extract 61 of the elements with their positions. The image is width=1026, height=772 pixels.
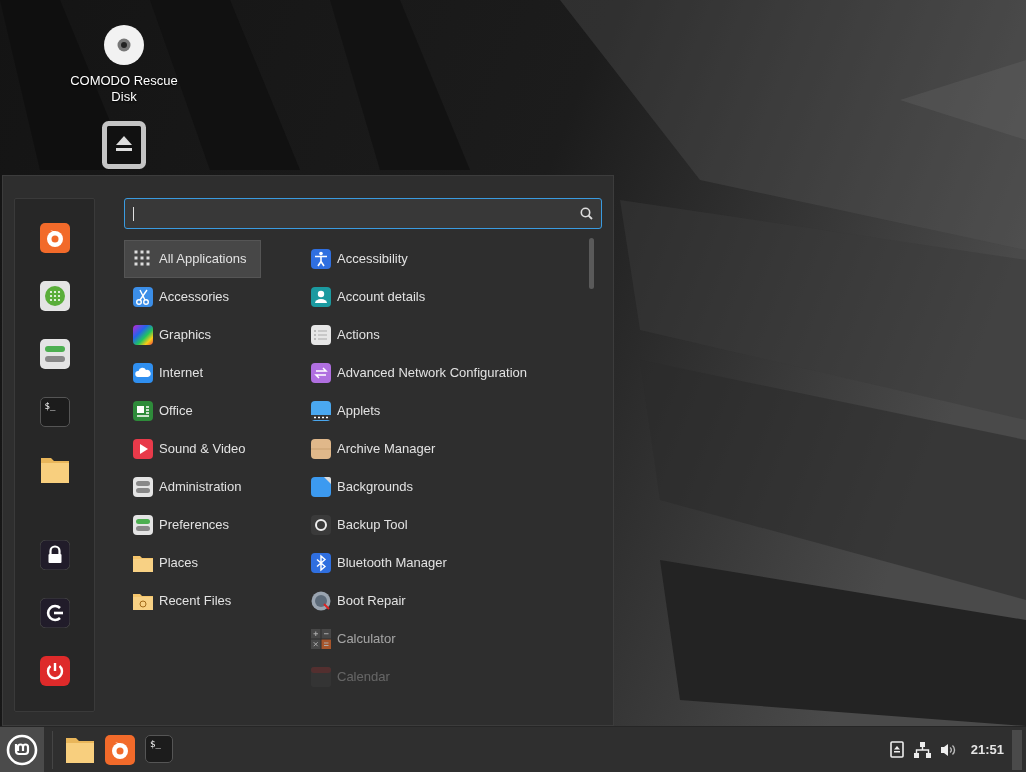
browser-icon[interactable] [39,223,70,253]
application-item[interactable]: Accessibility [309,240,579,278]
calculator-icon [310,628,332,650]
category-item[interactable]: Preferences [124,506,261,544]
document-icon [132,400,154,422]
calendar-icon [310,666,332,688]
application-item[interactable]: Calculator [309,620,579,658]
volume-icon[interactable] [940,742,957,757]
app-grid-icon[interactable] [39,281,70,311]
application-item[interactable]: Account details [309,278,579,316]
application-item[interactable]: Backgrounds [309,468,579,506]
cloud-icon [132,362,154,384]
toggles-icon[interactable] [39,339,70,369]
play-icon [132,438,154,460]
browser-icon[interactable] [105,734,135,765]
person-icon [310,248,332,270]
category-item[interactable]: Administration [124,468,261,506]
logo-icon [6,733,38,766]
folder-icon[interactable] [39,455,70,485]
clock[interactable]: 21:51 [970,739,1004,760]
application-item[interactable]: Actions [309,316,579,354]
application-item[interactable]: Applets [309,392,579,430]
application-item[interactable]: Boot Repair [309,582,579,620]
palette-icon [132,324,154,346]
image-icon [310,476,332,498]
category-item[interactable]: All Applications [124,240,261,278]
scissors-icon [132,286,154,308]
desktop-icon-label[interactable]: COMODO Rescue Disk [68,73,180,105]
category-item[interactable]: Internet [124,354,261,392]
application-item[interactable]: Bluetooth Manager [309,544,579,582]
power-icon[interactable] [39,656,70,686]
toggles-icon [132,514,154,536]
category-item[interactable]: Places [124,544,261,582]
search-field[interactable] [124,198,602,229]
text-cursor [133,206,134,221]
eject-drive-icon[interactable] [102,121,146,169]
category-item[interactable]: Recent Files [124,582,261,620]
category-item[interactable]: Accessories [124,278,261,316]
applets-icon [310,400,332,422]
lock-icon[interactable] [39,540,70,570]
bluetooth-icon [310,552,332,574]
terminal-icon[interactable]: $_ [39,397,70,427]
category-item[interactable]: Office [124,392,261,430]
category-item[interactable]: Graphics [124,316,261,354]
disc-icon[interactable] [103,24,145,66]
application-item[interactable]: Archive Manager [309,430,579,468]
toggles-icon [132,476,154,498]
user-icon [310,286,332,308]
ring-icon [310,514,332,536]
logout-icon[interactable] [39,598,70,628]
network-icon[interactable] [913,741,931,758]
application-item[interactable]: Backup Tool [309,506,579,544]
scrollbar[interactable] [589,238,594,289]
search-icon [580,207,593,220]
menu-button[interactable] [0,727,44,772]
category-item[interactable]: Sound & Video [124,430,261,468]
list-icon [310,324,332,346]
terminal-icon[interactable]: $_ [145,734,173,763]
arrows-icon [310,362,332,384]
box-icon [310,438,332,460]
application-item[interactable]: Advanced Network Configuration [309,354,579,392]
